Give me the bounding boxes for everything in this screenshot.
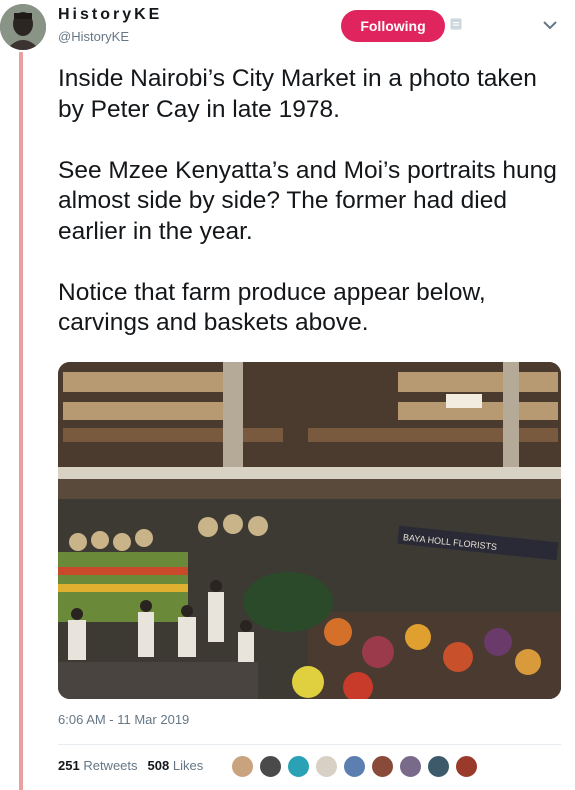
- tweet-paragraph: See Mzee Kenyatta’s and Moi’s portraits …: [58, 156, 557, 245]
- likes-stat[interactable]: 508 Likes: [148, 758, 204, 773]
- retweets-label: Retweets: [83, 758, 138, 773]
- author-display-name[interactable]: HistoryKE: [58, 6, 162, 24]
- liker-avatar[interactable]: [230, 754, 255, 779]
- tweet-stats: 251 Retweets 508 Likes: [58, 758, 203, 773]
- notifications-icon[interactable]: [450, 18, 462, 30]
- likers-avatars: [230, 754, 482, 779]
- liker-avatar[interactable]: [314, 754, 339, 779]
- following-button[interactable]: Following: [341, 10, 445, 42]
- market-photo[interactable]: BAYA HOLL FLORISTS: [58, 362, 561, 699]
- chevron-down-icon[interactable]: [543, 20, 557, 30]
- author-handle[interactable]: @HistoryKE: [58, 29, 129, 44]
- liker-avatar[interactable]: [342, 754, 367, 779]
- avatar[interactable]: [0, 4, 46, 50]
- tweet-timestamp[interactable]: 6:06 AM - 11 Mar 2019: [58, 712, 189, 727]
- tweet-paragraph: Notice that farm produce appear below, c…: [58, 278, 486, 337]
- liker-avatar[interactable]: [398, 754, 423, 779]
- liker-avatar[interactable]: [426, 754, 451, 779]
- likes-label: Likes: [172, 758, 204, 773]
- tweet-paragraph: Inside Nairobi’s City Market in a photo …: [58, 65, 537, 123]
- avatar-image: [0, 4, 46, 50]
- liker-avatar[interactable]: [286, 754, 311, 779]
- market-photo-image: BAYA HOLL FLORISTS: [58, 362, 561, 699]
- thread-line: [19, 52, 23, 790]
- liker-avatar[interactable]: [370, 754, 395, 779]
- liker-avatar[interactable]: [258, 754, 283, 779]
- retweets-stat[interactable]: 251 Retweets: [58, 758, 138, 773]
- retweets-count: 251: [58, 758, 80, 773]
- liker-avatar[interactable]: [454, 754, 479, 779]
- divider: [58, 744, 561, 745]
- likes-count: 508: [147, 758, 170, 773]
- tweet-text: Inside Nairobi’s City Market in a photo …: [58, 64, 558, 339]
